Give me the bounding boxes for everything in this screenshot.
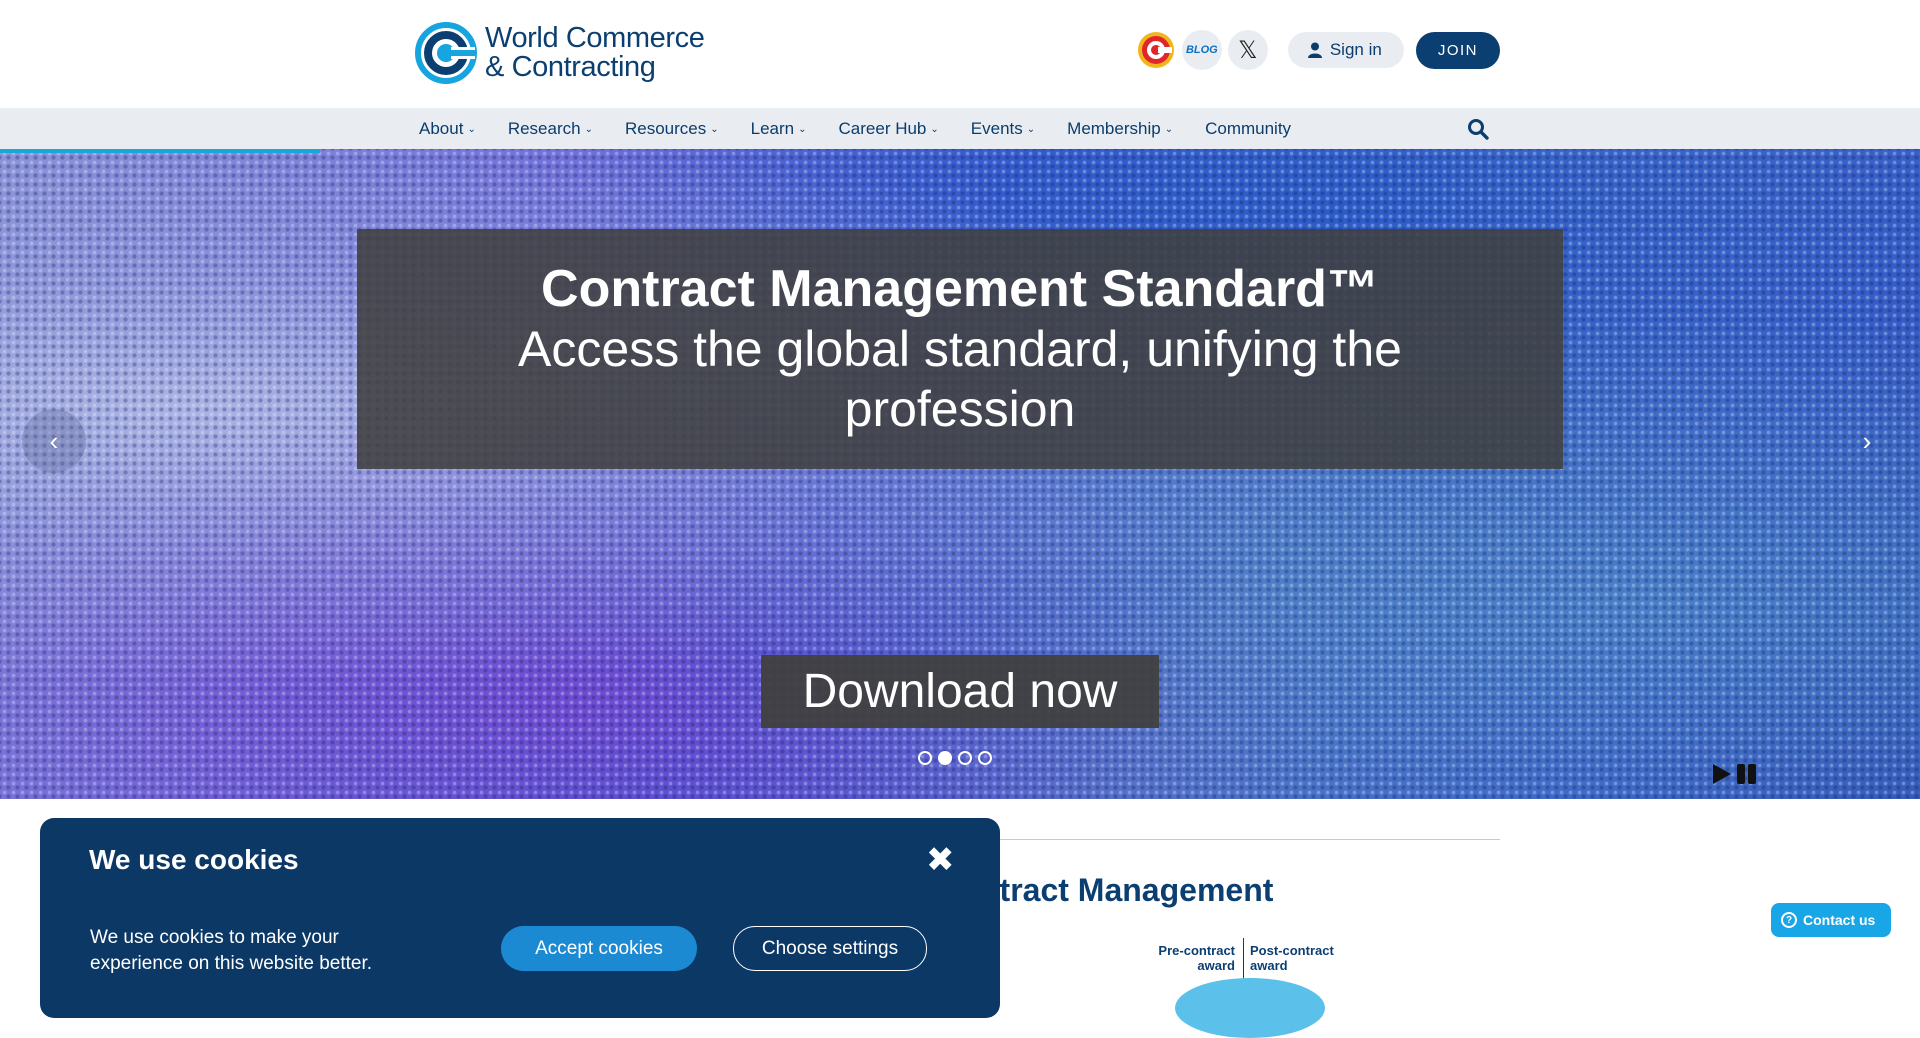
close-icon[interactable]: ✖ — [926, 840, 955, 880]
diagram-pre-contract-label: Pre-contract award — [1147, 943, 1235, 973]
diagram-arc — [1175, 978, 1325, 1038]
carousel-prev-button[interactable]: ‹ — [22, 409, 86, 473]
contact-us-label: Contact us — [1803, 912, 1876, 928]
carousel-dot-4[interactable] — [978, 751, 992, 765]
nav-item-label: Career Hub — [838, 118, 927, 138]
chevron-right-icon: › — [1862, 425, 1872, 456]
brand-logo-button[interactable] — [1135, 30, 1176, 70]
nav-item-learn[interactable]: Learn ⌄ — [751, 119, 807, 139]
help-circle-icon: ? — [1781, 912, 1797, 928]
carousel-progress-bar — [0, 149, 320, 153]
download-now-label: Download now — [802, 665, 1118, 718]
accept-cookies-label: Accept cookies — [535, 937, 663, 959]
accept-cookies-button[interactable]: Accept cookies — [501, 926, 697, 971]
x-twitter-button[interactable]: 𝕏 — [1227, 30, 1268, 70]
diagram-post-contract-label: Post-contract award — [1250, 943, 1350, 973]
download-now-button[interactable]: Download now — [761, 655, 1159, 728]
nav-item-community[interactable]: Community — [1205, 119, 1291, 139]
carousel-next-button[interactable]: › — [1835, 409, 1899, 473]
join-label: JOIN — [1437, 41, 1478, 59]
hero-title: Contract Management Standard™ — [541, 260, 1379, 318]
cookie-banner: We use cookies ✖ We use cookies to make … — [40, 818, 1000, 1018]
header-actions: BLOG 𝕏 Sign in JOIN — [1135, 30, 1500, 70]
nav-item-label: Resources — [624, 118, 707, 138]
diagram-pre-line-1: Pre-contract — [1158, 943, 1235, 958]
carousel-dot-2[interactable] — [938, 751, 952, 765]
hero-carousel: Contract Management Standard™ Access the… — [0, 149, 1920, 799]
main-nav: About ⌄ Research ⌄ Resources ⌄ Learn ⌄ Caree… — [0, 108, 1920, 149]
blog-icon: BLOG — [1185, 44, 1218, 56]
hero-subtitle: Access the global standard, unifying the… — [518, 321, 1402, 437]
chevron-down-icon: ⌄ — [710, 124, 719, 135]
nav-items: About ⌄ Research ⌄ Resources ⌄ Learn ⌄ Caree… — [419, 108, 1323, 149]
chevron-down-icon: ⌄ — [467, 124, 476, 135]
section-title: ntract Management — [980, 872, 1274, 908]
choose-settings-label: Choose settings — [761, 937, 899, 959]
cookie-text: We use cookies to make your experience o… — [90, 927, 373, 974]
carousel-dot-1[interactable] — [918, 751, 932, 765]
diagram-post-line-2: award — [1250, 958, 1288, 973]
section-divider — [990, 839, 1500, 840]
cookie-title: We use cookies — [89, 844, 299, 875]
nav-item-resources[interactable]: Resources ⌄ — [625, 119, 719, 139]
brand-logo-icon — [1137, 32, 1174, 68]
nav-item-label: Membership — [1067, 118, 1161, 138]
contact-us-button[interactable]: ? Contact us — [1771, 903, 1892, 937]
chevron-down-icon: ⌄ — [1026, 124, 1036, 135]
sign-in-button[interactable]: Sign in — [1287, 32, 1404, 68]
search-icon[interactable] — [1467, 118, 1489, 140]
hero-headline-box: Contract Management Standard™ Access the… — [357, 229, 1563, 469]
sign-in-label: Sign in — [1329, 40, 1382, 59]
diagram-post-line-1: Post-contract — [1250, 943, 1334, 958]
nav-item-label: Events — [970, 118, 1023, 138]
site-logo[interactable]: World Commerce & Contracting — [415, 22, 705, 84]
chevron-down-icon: ⌄ — [584, 124, 593, 135]
chevron-left-icon: ‹ — [49, 425, 59, 456]
carousel-dot-3[interactable] — [958, 751, 972, 765]
nav-item-label: Learn — [750, 118, 795, 138]
nav-item-about[interactable]: About ⌄ — [419, 119, 476, 139]
nav-item-label: About — [419, 118, 464, 138]
chevron-down-icon: ⌄ — [798, 124, 807, 135]
nav-item-events[interactable]: Events ⌄ — [971, 119, 1035, 139]
diagram-pre-line-2: award — [1197, 958, 1235, 973]
site-header: World Commerce & Contracting BLOG 𝕏 Sign… — [0, 0, 1920, 108]
logo-line-2: & Contracting — [485, 51, 656, 83]
logo-wordmark: World Commerce & Contracting — [485, 22, 705, 83]
nav-item-research[interactable]: Research ⌄ — [508, 119, 593, 139]
nav-item-career-hub[interactable]: Career Hub ⌄ — [839, 119, 939, 139]
nav-item-membership[interactable]: Membership ⌄ — [1067, 119, 1173, 139]
carousel-indicators — [918, 751, 992, 765]
join-button[interactable]: JOIN — [1415, 31, 1500, 69]
chevron-down-icon: ⌄ — [930, 124, 939, 135]
logo-line-1: World Commerce — [485, 22, 705, 54]
nav-item-label: Community — [1205, 118, 1292, 138]
blog-button[interactable]: BLOG — [1181, 30, 1222, 70]
user-icon — [1307, 42, 1322, 58]
nav-item-label: Research — [507, 118, 581, 138]
play-pause-icon — [1713, 764, 1756, 784]
play-pause-button[interactable] — [1713, 763, 1759, 785]
chevron-down-icon: ⌄ — [1164, 124, 1174, 135]
choose-settings-button[interactable]: Choose settings — [733, 926, 927, 971]
wcc-logo-icon — [415, 22, 477, 84]
x-twitter-icon: 𝕏 — [1238, 36, 1258, 64]
